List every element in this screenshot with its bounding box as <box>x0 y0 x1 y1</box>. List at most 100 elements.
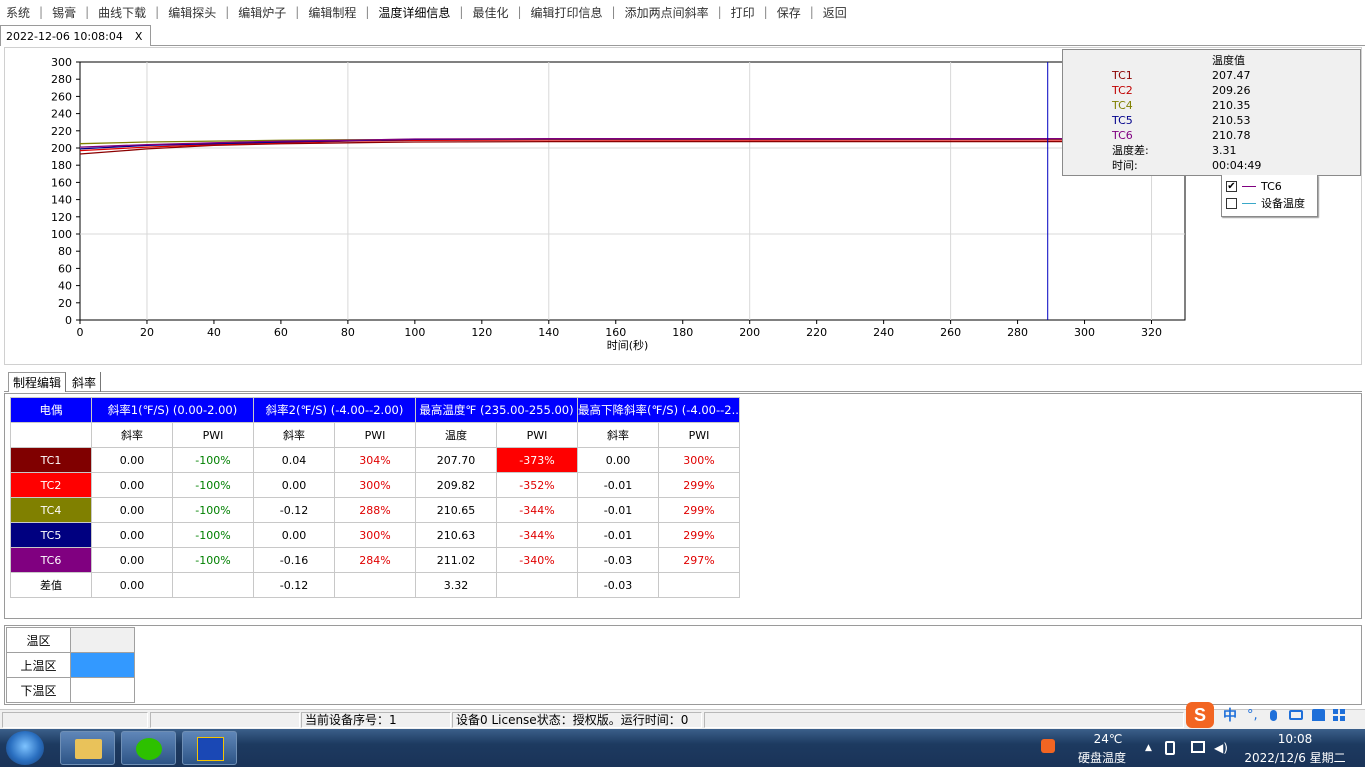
menu-item-9[interactable]: 添加两点间斜率 <box>625 4 709 21</box>
menu-separator: | <box>225 5 230 19</box>
value-cell: 3.32 <box>415 572 497 598</box>
legend-checkbox[interactable]: ✔ <box>1226 180 1237 192</box>
readout-value: 207.47 <box>1212 69 1251 82</box>
tab-process-edit[interactable]: 制程编辑 <box>8 372 67 392</box>
ime-lang-toggle[interactable]: 中 <box>1223 705 1237 725</box>
menu-item-3[interactable]: 编辑探头 <box>168 4 216 21</box>
status-cell-empty-1 <box>2 712 148 728</box>
tab-slope-label: 斜率 <box>72 375 97 390</box>
menu-separator: | <box>459 5 464 19</box>
legend-item[interactable]: ✔ TC6 <box>1226 178 1282 194</box>
tray-expand-icon[interactable]: ▲ <box>1145 743 1152 753</box>
tab-slope[interactable]: 斜率 <box>68 372 102 392</box>
table-subheader: PWI <box>334 422 416 448</box>
menu-item-4[interactable]: 编辑炉子 <box>238 4 286 21</box>
menu-item-8[interactable]: 编辑打印信息 <box>531 4 603 21</box>
menu-item-1[interactable]: 锡膏 <box>52 4 76 21</box>
x-tick-label: 180 <box>672 326 693 339</box>
volume-tray-icon[interactable]: ◀) <box>1214 741 1228 755</box>
status-cell-empty-2 <box>150 712 300 728</box>
y-tick-label: 300 <box>51 56 72 69</box>
menu-item-7[interactable]: 最佳化 <box>472 4 508 21</box>
sub-tab-strip: 制程编辑 斜率 <box>4 370 1362 392</box>
x-tick-label: 120 <box>471 326 492 339</box>
sogou-tray-icon[interactable] <box>1041 739 1055 753</box>
punctuation-icon[interactable]: °, <box>1247 708 1258 723</box>
zone-header: 温区 <box>6 627 71 653</box>
table-row: TC6 0.00 -100% -0.16 284% 211.02 -340% -0.03 297… <box>10 547 740 573</box>
y-tick-label: 240 <box>51 108 72 121</box>
file-explorer-icon[interactable] <box>60 731 115 765</box>
x-tick-label: 260 <box>940 326 961 339</box>
x-tick-label: 200 <box>739 326 760 339</box>
readout-value: 210.78 <box>1212 129 1251 142</box>
menu-separator: | <box>517 5 522 19</box>
x-tick-label: 60 <box>274 326 288 339</box>
legend-label: TC6 <box>1261 179 1282 193</box>
toolbox-icon[interactable] <box>1332 709 1345 721</box>
y-tick-label: 0 <box>65 314 72 327</box>
legend-checkbox[interactable] <box>1226 197 1237 209</box>
x-tick-label: 240 <box>873 326 894 339</box>
x-tick-label: 160 <box>605 326 626 339</box>
document-tab[interactable]: 2022-12-06 10:08:04 X <box>0 25 152 46</box>
profiler-app-icon[interactable] <box>182 731 237 765</box>
menu-item-5[interactable]: 编辑制程 <box>308 4 356 21</box>
legend-item[interactable]: 设备温度 <box>1226 195 1305 211</box>
menu-separator: | <box>611 5 616 19</box>
zone-upper-cell[interactable] <box>70 652 135 678</box>
x-tick-label: 40 <box>207 326 221 339</box>
network-tray-icon[interactable] <box>1191 741 1205 753</box>
ime-toolbar: S 中 °, <box>1186 701 1365 729</box>
table-row: TC5 0.00 -100% 0.00 300% 210.63 -344% -0.01 299% <box>10 522 740 548</box>
menu-separator: | <box>763 5 768 19</box>
table-header-3: 最高温度℉ (235.00-255.00) <box>415 397 578 423</box>
microphone-icon[interactable] <box>1269 709 1277 721</box>
tab-process-edit-label: 制程编辑 <box>13 376 62 390</box>
y-tick-label: 120 <box>51 211 72 224</box>
keyboard-icon[interactable] <box>1288 710 1303 720</box>
pwi-cell: 297% <box>658 547 740 573</box>
readout-label: 时间: <box>1112 159 1138 172</box>
wechat-icon[interactable] <box>121 731 176 765</box>
pwi-cell: -344% <box>496 522 578 548</box>
menu-separator: | <box>809 5 814 19</box>
pwi-cell: 300% <box>658 447 740 473</box>
value-cell: 209.82 <box>415 472 497 498</box>
y-tick-label: 260 <box>51 90 72 103</box>
menu-item-2[interactable]: 曲线下载 <box>98 4 146 21</box>
y-tick-label: 220 <box>51 125 72 138</box>
menu-item-12[interactable]: 返回 <box>823 4 847 21</box>
close-tab-button[interactable]: X <box>135 30 143 43</box>
y-tick-label: 40 <box>58 280 72 293</box>
menu-item-10[interactable]: 打印 <box>731 4 755 21</box>
y-tick-label: 80 <box>58 245 72 258</box>
start-button-icon[interactable] <box>6 731 44 765</box>
document-tab-strip: 2022-12-06 10:08:04 X <box>0 24 1365 46</box>
menu-item-0[interactable]: 系统 <box>6 4 30 21</box>
zone-table: 温区 上温区 下温区 <box>6 627 135 703</box>
menu-separator: | <box>39 5 44 19</box>
menu-separator: | <box>295 5 300 19</box>
value-cell: -0.03 <box>577 572 659 598</box>
table-row: 差值 0.00 -0.12 3.32 -0.03 <box>10 572 740 598</box>
taskbar: 24℃ 硬盘温度 ▲ ◀) 10:08 2022/12/6 星期二 <box>0 729 1365 767</box>
value-cell: 0.00 <box>91 472 173 498</box>
menu-item-6[interactable]: 温度详细信息 <box>378 4 450 21</box>
pwi-cell: 300% <box>334 472 416 498</box>
zone-lower-cell[interactable] <box>70 677 135 703</box>
clock[interactable]: 10:08 2022/12/6 星期二 <box>1243 732 1347 766</box>
thermocouple-name: TC5 <box>10 522 92 548</box>
pwi-cell <box>496 572 578 598</box>
legend-label: 设备温度 <box>1261 197 1305 210</box>
readout-header: 温度值 <box>1212 54 1245 67</box>
zone-lower-label: 下温区 <box>6 677 71 703</box>
sogou-logo-icon[interactable]: S <box>1186 702 1214 728</box>
value-cell: 0.00 <box>91 522 173 548</box>
menu-item-11[interactable]: 保存 <box>777 4 801 21</box>
zone-panel: 温区 上温区 下温区 <box>4 625 1362 705</box>
device-tray-icon[interactable] <box>1165 741 1175 755</box>
skin-icon[interactable] <box>1311 709 1325 721</box>
readout-label: TC5 <box>1112 114 1133 127</box>
thermocouple-name: TC4 <box>10 497 92 523</box>
